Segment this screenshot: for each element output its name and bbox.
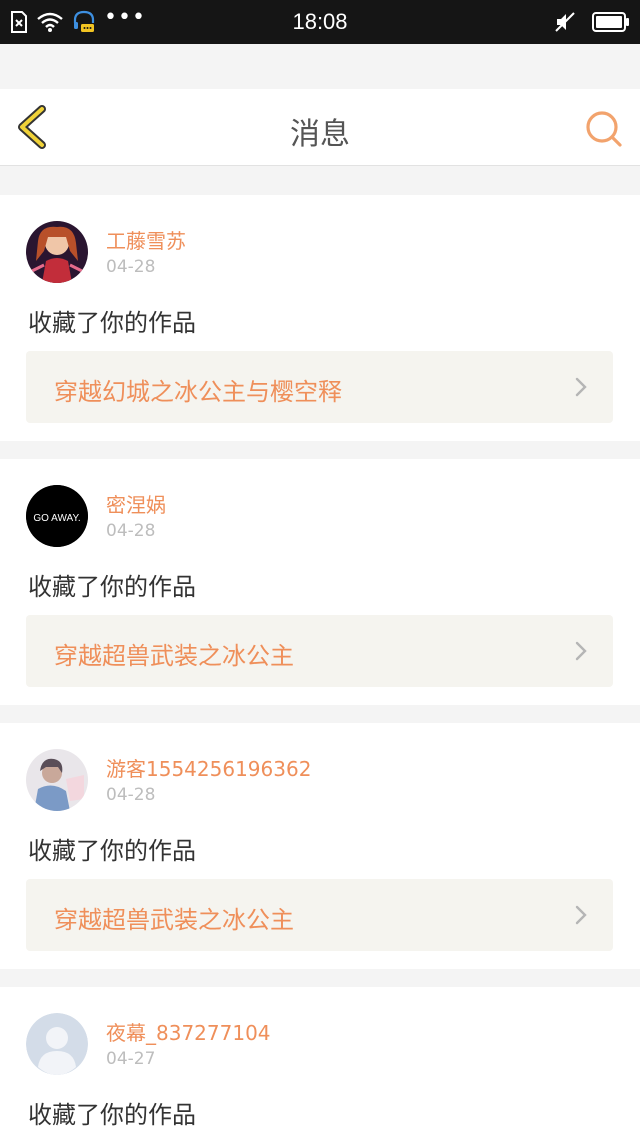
message-date: 04-28 [106, 521, 156, 541]
header-bar: 消息 [0, 89, 640, 166]
avatar[interactable] [26, 221, 88, 283]
search-icon[interactable] [584, 109, 624, 149]
work-title: 穿越超兽武装之冰公主 [54, 642, 294, 670]
message-action: 收藏了你的作品 [28, 837, 196, 865]
username[interactable]: 夜幕_837277104 [106, 1017, 271, 1046]
work-link[interactable]: 穿越超兽武装之冰公主 [26, 879, 613, 951]
username[interactable]: 密涅娲 [106, 489, 166, 518]
chevron-right-icon [575, 905, 587, 925]
work-link[interactable]: 穿越幻城之冰公主与樱空释 [26, 351, 613, 423]
avatar[interactable]: GO AWAY. [26, 485, 88, 547]
message-date: 04-28 [106, 257, 156, 277]
avatar[interactable] [26, 749, 88, 811]
status-time: 18:08 [292, 9, 348, 34]
message-card: 夜幕_837277104 04-27 收藏了你的作品 [0, 987, 640, 1138]
status-bar: ••• 18:08 [0, 0, 640, 44]
chevron-right-icon [575, 377, 587, 397]
battery-icon [592, 12, 629, 32]
message-card: GO AWAY. 密涅娲 04-28 收藏了你的作品 穿越超兽武装之冰公主 [0, 459, 640, 705]
username[interactable]: 工藤雪苏 [106, 225, 186, 254]
message-date: 04-27 [106, 1049, 156, 1069]
default-avatar-icon[interactable] [26, 1013, 88, 1075]
username[interactable]: 游客1554256196362 [106, 753, 311, 782]
message-action: 收藏了你的作品 [28, 573, 196, 601]
message-card: 工藤雪苏 04-28 收藏了你的作品 穿越幻城之冰公主与樱空释 [0, 195, 640, 441]
work-link[interactable]: 穿越超兽武装之冰公主 [26, 615, 613, 687]
page-title: 消息 [290, 117, 350, 152]
message-action: 收藏了你的作品 [28, 1101, 196, 1129]
work-title: 穿越超兽武装之冰公主 [54, 906, 294, 934]
avatar-text: GO AWAY. [33, 513, 80, 524]
work-title: 穿越幻城之冰公主与樱空释 [54, 378, 342, 406]
status-right-icons [554, 10, 630, 34]
mute-icon [555, 12, 575, 32]
message-card: 游客1554256196362 04-28 收藏了你的作品 穿越超兽武装之冰公主 [0, 723, 640, 969]
message-action: 收藏了你的作品 [28, 309, 196, 337]
message-date: 04-28 [106, 785, 156, 805]
chevron-right-icon [575, 641, 587, 661]
